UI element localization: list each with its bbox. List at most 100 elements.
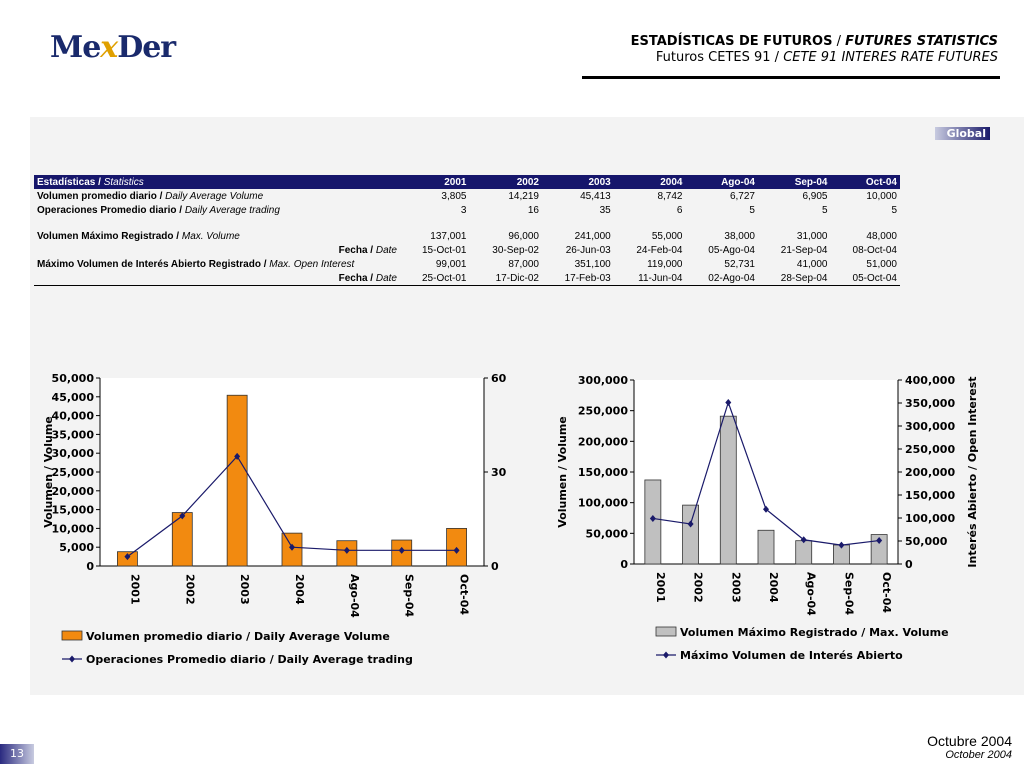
title-en: FUTURES STATISTICS [845,34,998,49]
footer-date: Octubre 2004 October 2004 [927,733,1012,761]
y-tick-label-left: 40,000 [52,410,95,423]
table-cell: 5 [749,204,755,216]
table-header-row: Estadísticas / Statistics 2001 2002 2003… [34,175,900,189]
legend-label-bar: Volumen Máximo Registrado / Max. Volume [680,626,949,639]
table-cell: 45,413 [580,190,611,202]
y-tick-label-left: 50,000 [52,372,95,385]
x-tick-label: 2001 [654,572,667,603]
column-header: Ago-04 [685,175,758,189]
y-axis-title-left: Volumen / Volume [556,416,569,528]
table-cell: 99,001 [435,258,467,270]
x-tick-label: Oct-04 [880,572,893,613]
table-cell: 17-Dic-02 [469,271,542,286]
table-cell: 52,731 [724,258,755,270]
y-tick-label-left: 100,000 [578,497,628,510]
page-title: ESTADÍSTICAS DE FUTUROS / FUTURES STATIS… [578,34,998,49]
row-label-en: Daily Average Volume [165,190,264,202]
logo-text-post: Der [117,30,176,65]
legend-label-bar: Volumen promedio diario / Daily Average … [86,630,390,643]
x-tick-label: 2003 [729,572,742,603]
table-cell: 241,000 [574,230,611,242]
subtitle-es: Futuros CETES 91 [655,50,771,65]
table-row: Fecha / Date 15-Oct-01 30-Sep-02 26-Jun-… [34,243,900,257]
row-label-en: Max. Volume [181,230,240,242]
row-label: Máximo Volumen de Interés Abierto Regist… [37,258,355,270]
subtitle-sep: / [770,50,784,65]
y-tick-label-left: 15,000 [52,504,95,517]
logo-text-x: x [100,30,118,65]
legend-label-line: Operaciones Promedio diario / Daily Aver… [86,653,413,666]
y-tick-label-left: 30,000 [52,447,95,460]
table-cell: 25-Oct-01 [400,271,470,286]
y-tick-label-right: 350,000 [905,397,955,410]
footer-date-es: Octubre 2004 [927,733,1012,749]
table-cell: 26-Jun-03 [565,244,611,256]
table-cell: 5 [821,204,828,216]
y-tick-label-left: 5,000 [59,541,94,554]
row-label-es: Fecha [338,244,368,256]
table-cell: 3 [460,204,467,216]
y-tick-label-left: 35,000 [52,428,95,441]
y-tick-label-right: 60 [491,372,506,385]
table-cell: 05-Oct-04 [830,271,900,286]
y-tick-label-right: 250,000 [905,443,955,456]
row-label: Volumen Máximo Registrado / Max. Volume [37,230,240,242]
page-header: ESTADÍSTICAS DE FUTUROS / FUTURES STATIS… [578,34,1000,79]
x-tick-label: 2002 [183,574,196,605]
x-tick-label: Ago-04 [348,574,361,618]
row-label-en: Max. Open Interest [269,258,355,270]
table-cell: 8,742 [657,190,683,202]
row-label-en: Date [375,244,397,256]
max-volume-chart: 0 50,000 100,000 150,000 200,000 250,000 300,0… [556,374,979,662]
y-tick-label-right: 150,000 [905,489,955,502]
x-tick-label: Sep-04 [842,572,855,615]
logo-text-pre: Me [50,30,101,65]
table-cell: 6,727 [729,190,755,202]
legend-marker [69,655,75,663]
table-cell: 48,000 [866,230,897,242]
y-tick-label-left: 0 [620,558,628,571]
x-tick-label: 2004 [293,574,306,605]
bar [795,540,813,565]
x-tick-label: 2004 [767,572,780,603]
table-cell: 137,001 [430,230,467,242]
row-label-en: Daily Average trading [184,204,280,216]
mexder-logo: MexDer [50,30,176,65]
table-cell: 11-Jun-04 [613,271,686,286]
table-cell: 55,000 [651,230,683,242]
column-header: 2003 [541,175,614,189]
y-tick-label-left: 25,000 [52,466,95,479]
table-cell: 08-Oct-04 [852,244,897,256]
legend-label-line: Máximo Volumen de Interés Abierto [680,649,903,662]
column-header: Oct-04 [830,175,900,189]
y-tick-label-left: 300,000 [578,374,628,387]
head-es: Estadísticas [37,176,96,188]
x-tick-label: Oct-04 [458,574,471,615]
title-es: ESTADÍSTICAS DE FUTUROS [630,34,833,49]
table-cell: 17-Feb-03 [541,271,614,286]
y-tick-label-right: 300,000 [905,420,955,433]
y-tick-label-left: 10,000 [52,522,95,535]
table-cell: 16 [527,204,539,216]
bar [719,415,737,565]
x-tick-label: Ago-04 [805,572,818,616]
statistics-table: Estadísticas / Statistics 2001 2002 2003… [34,175,900,286]
legend-swatch-bar [655,626,677,637]
table-cell: 6,905 [802,190,828,202]
row-label-es: Máximo Volumen de Interés Abierto Regist… [37,258,261,270]
table-cell: 6 [676,204,683,216]
table-cell: 14,219 [508,190,539,202]
table-cell: 41,000 [796,258,828,270]
table-spacer [34,217,900,229]
y-tick-label-right: 50,000 [905,535,948,548]
row-label-es: Volumen promedio diario [37,190,157,202]
table-cell: 3,805 [441,190,467,202]
table-cell: 87,000 [508,258,539,270]
table-cell: 30-Sep-02 [492,244,539,256]
table-cell: 38,000 [724,230,755,242]
y-tick-label-left: 200,000 [578,435,628,448]
bar [644,479,662,565]
x-tick-label: 2002 [692,572,705,603]
title-sep: / [832,34,846,49]
table-cell: 05-Ago-04 [708,244,755,256]
